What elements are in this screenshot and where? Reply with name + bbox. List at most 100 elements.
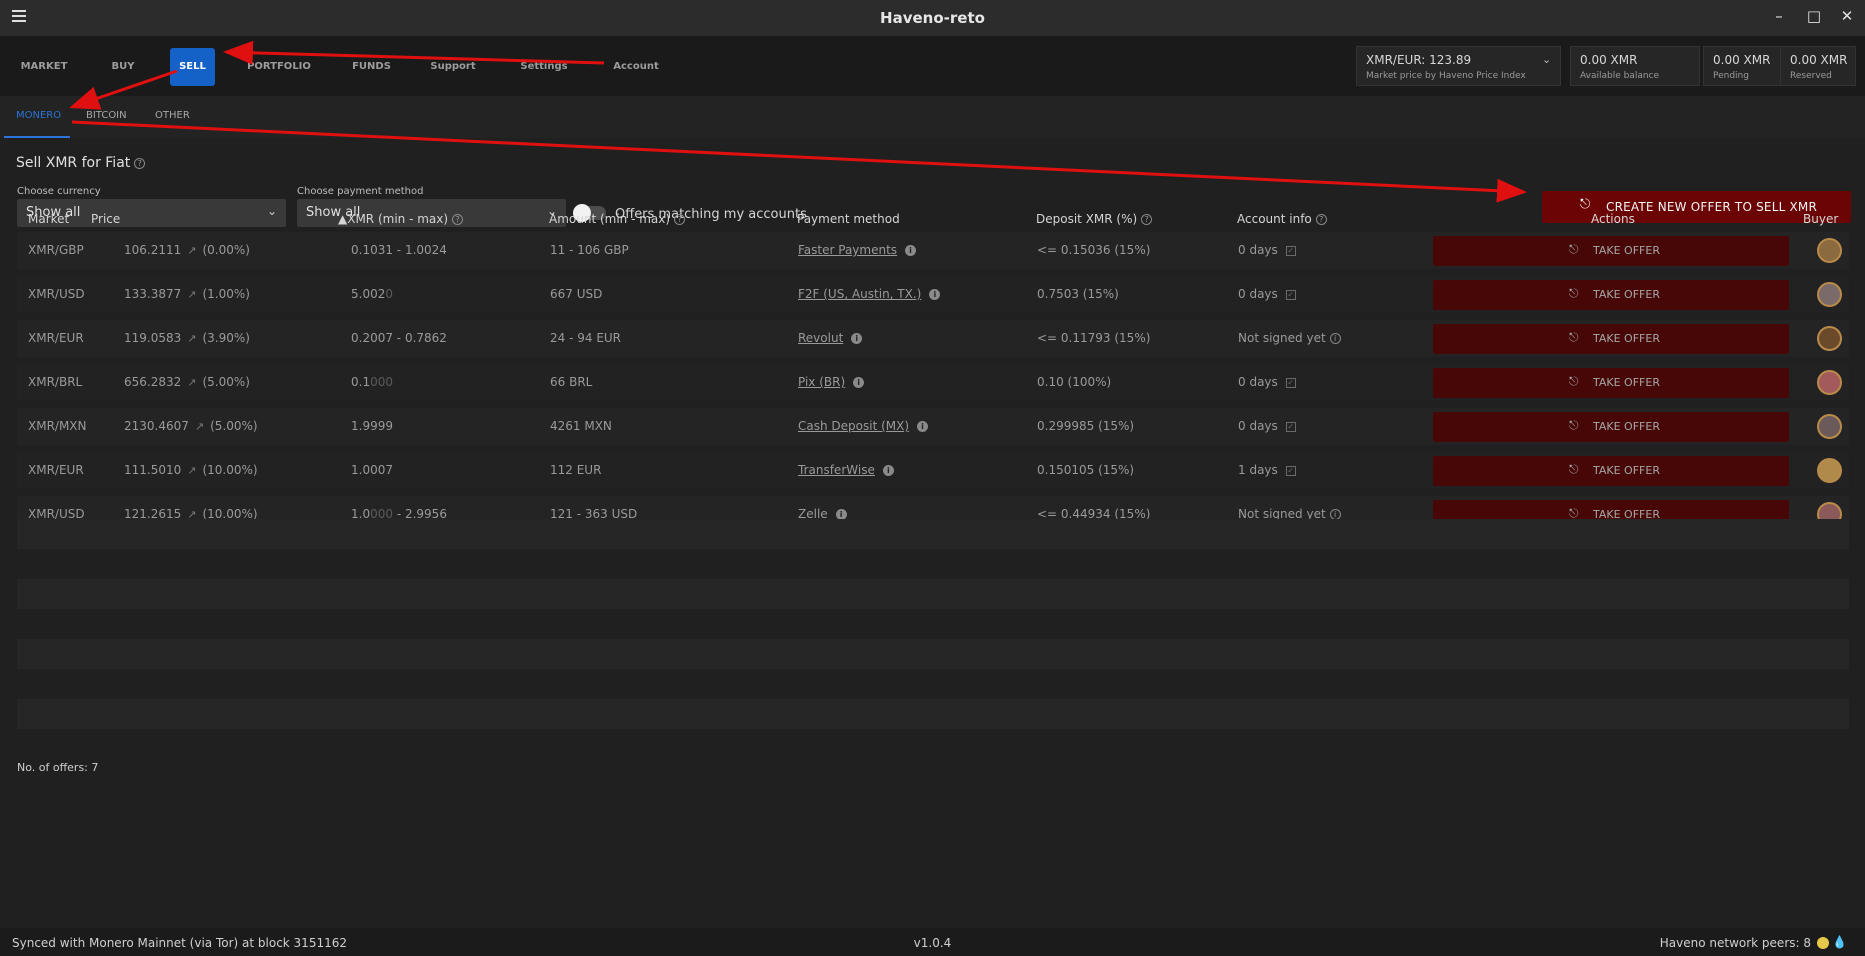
table-row[interactable]: XMR/GBP 106.2111 ↗ (0.00%) 0.1031 - 1.0024 11… [17,232,1849,269]
payment-method-link[interactable]: TransferWise [798,463,875,477]
col-amount[interactable]: Amount (min - max)? [549,212,686,226]
account-age: 0 days [1238,419,1278,433]
empty-table-row [17,669,1849,699]
take-offer-button[interactable]: ⎋ TAKE OFFER [1433,280,1789,310]
tab-settings[interactable]: Settings [514,48,574,86]
help-icon[interactable]: ? [1315,214,1327,225]
take-offer-icon: ⎋ [1569,286,1579,300]
col-payment[interactable]: Payment method [797,212,900,226]
table-row[interactable]: XMR/EUR 111.5010 ↗ (10.00%) 1.0007 112 EUR Tra… [17,452,1849,489]
col-amount-label: Amount (min - max) [549,212,671,226]
info-icon[interactable]: i [851,333,863,344]
payment-method-link[interactable]: Pix (BR) [798,375,845,389]
trend-icon: ↗ [187,464,197,477]
info-icon[interactable]: i [853,377,865,388]
check-icon: ✓ [1285,289,1296,300]
payment-method-link[interactable]: Revolut [798,331,843,345]
help-icon[interactable]: ? [452,214,464,225]
col-xmr[interactable]: ▲XMR (min - max)? [338,212,464,226]
payment-method-link[interactable]: F2F (US, Austin, TX.) [798,287,921,301]
take-offer-button[interactable]: ⎋ TAKE OFFER [1433,412,1789,442]
price-cell: 111.5010 ↗ (10.00%) [124,463,258,477]
deposit-cell: 0.299985 (15%) [1037,419,1135,433]
tab-buy[interactable]: BUY [98,48,148,86]
table-row[interactable]: XMR/BRL 656.2832 ↗ (5.00%) 0.1000 66 BRL Pix (… [17,364,1849,401]
page-title: Sell XMR for Fiat? [16,155,146,171]
take-offer-label: TAKE OFFER [1593,464,1660,477]
currency-tabs: MONERO BITCOIN OTHER [0,96,1865,138]
tab-portfolio[interactable]: PORTFOLIO [243,48,315,86]
info-icon[interactable]: i [1329,333,1341,344]
col-deposit[interactable]: Deposit XMR (%)? [1036,212,1153,226]
amount-cell: 112 EUR [550,463,602,477]
payment-method-link[interactable]: Faster Payments [798,243,897,257]
col-market[interactable]: Market [28,212,69,226]
account-age: 0 days [1238,243,1278,257]
trend-icon: ↗ [187,244,197,257]
col-price[interactable]: Price [91,212,120,226]
info-icon[interactable]: i [882,465,894,476]
payment-cell: Cash Deposit (MX) i [798,419,929,433]
buyer-avatar[interactable] [1817,458,1842,483]
buyer-avatar[interactable] [1817,238,1842,263]
balance-value: 0.00 XMR [1713,53,1771,67]
deposit-cell: 0.7503 (15%) [1037,287,1119,301]
take-offer-button[interactable]: ⎋ TAKE OFFER [1433,456,1789,486]
check-icon: ✓ [1285,377,1296,388]
account-cell: 0 days ✓ [1238,243,1296,257]
help-icon[interactable]: ? [134,157,146,169]
help-icon[interactable]: ? [1141,214,1153,225]
currency-label: Choose currency [17,186,101,197]
subtab-monero[interactable]: MONERO [16,110,61,121]
info-icon[interactable]: i [917,421,929,432]
payment-cell: Pix (BR) i [798,375,865,389]
market-price-selector[interactable]: XMR/EUR: 123.89 Market price by Haveno P… [1356,46,1561,86]
available-balance: 0.00 XMR Available balance [1570,46,1700,86]
sell-offers-panel: Sell XMR for Fiat? Choose currency Show … [0,138,1865,928]
tab-support[interactable]: Support [423,48,483,86]
col-account[interactable]: Account info? [1237,212,1327,226]
minimize-icon[interactable]: – [1771,8,1787,24]
tab-funds[interactable]: FUNDS [344,48,399,86]
subtab-bitcoin[interactable]: BITCOIN [86,110,127,121]
market-price-value: XMR/EUR: 123.89 [1366,53,1472,67]
empty-table-row [17,729,1849,759]
buyer-avatar[interactable] [1817,282,1842,307]
tab-account[interactable]: Account [607,48,665,86]
info-icon[interactable]: i [929,289,941,300]
market-cell: XMR/EUR [28,463,84,477]
account-cell: 0 days ✓ [1238,375,1296,389]
payment-method-link[interactable]: Cash Deposit (MX) [798,419,909,433]
buyer-avatar[interactable] [1817,326,1842,351]
table-row[interactable]: XMR/EUR 119.0583 ↗ (3.90%) 0.2007 - 0.7862 24… [17,320,1849,357]
price-value: 111.5010 [124,463,182,477]
help-icon[interactable]: ? [674,214,686,225]
xmr-cell: 1.9999 [351,419,393,433]
maximize-icon[interactable]: □ [1806,8,1822,24]
take-offer-button[interactable]: ⎋ TAKE OFFER [1433,236,1789,266]
tab-market[interactable]: MARKET [14,48,74,86]
deposit-cell: <= 0.11793 (15%) [1037,331,1151,345]
trend-icon: ↗ [187,288,197,301]
take-offer-button[interactable]: ⎋ TAKE OFFER [1433,368,1789,398]
xmr-range: 0.1031 - 1.0024 [351,243,447,257]
buyer-avatar[interactable] [1817,414,1842,439]
subtab-other[interactable]: OTHER [155,110,190,121]
xmr-range: 0.1 [351,375,371,389]
check-icon: ✓ [1285,465,1296,476]
take-offer-button[interactable]: ⎋ TAKE OFFER [1433,324,1789,354]
connection-status-icon [1817,937,1829,949]
table-row[interactable]: XMR/MXN 2130.4607 ↗ (5.00%) 1.9999 4261 MXN Ca… [17,408,1849,445]
xmr-cell: 0.1000 [351,375,393,389]
take-offer-icon: ⎋ [1569,462,1579,476]
table-row[interactable]: XMR/USD 133.3877 ↗ (1.00%) 5.0020 667 USD F2F … [17,276,1849,313]
price-value: 133.3877 [124,287,182,301]
info-icon[interactable]: i [905,245,917,256]
sort-asc-icon: ▲ [338,212,348,226]
col-deposit-label: Deposit XMR (%) [1036,212,1138,226]
close-icon[interactable]: ✕ [1839,8,1855,24]
price-value: 2130.4607 [124,419,189,433]
tab-sell[interactable]: SELL [170,48,215,86]
page-title-text: Sell XMR for Fiat [16,155,131,171]
buyer-avatar[interactable] [1817,370,1842,395]
